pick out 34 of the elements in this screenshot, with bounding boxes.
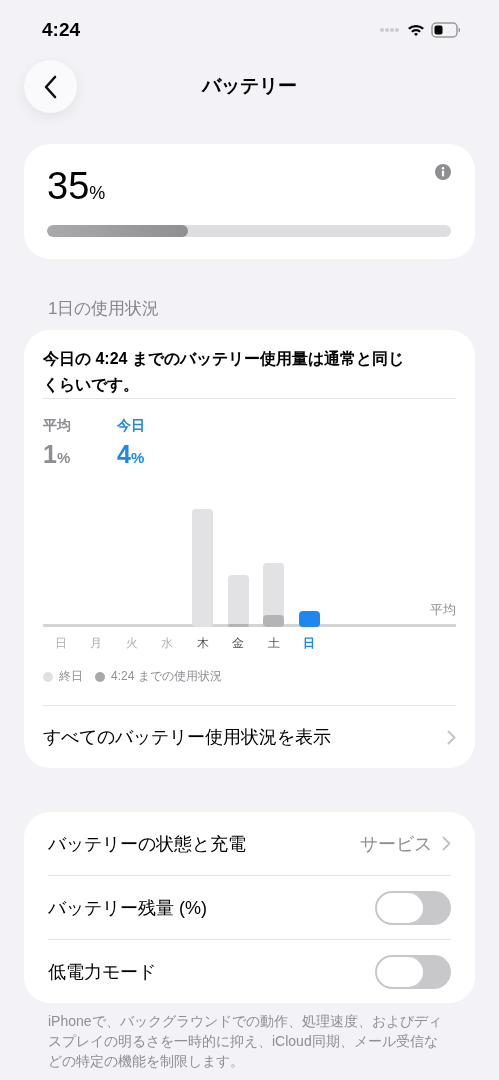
- legend-label: 終日: [59, 668, 83, 685]
- row-label: バッテリー残量 (%): [48, 896, 207, 920]
- row-label: 低電力モード: [48, 960, 156, 984]
- stat-value: 1%: [43, 440, 71, 469]
- toggle-switch[interactable]: [375, 954, 451, 989]
- row-label: バッテリーの状態と充電: [48, 832, 246, 856]
- usage-bar: [298, 611, 320, 627]
- footer-note: iPhoneで、バックグラウンドでの動作、処理速度、およびディスプレイの明るさを一時的に抑え、iCloud同期、メール受信などの特定の機能を制限します。: [47, 1012, 443, 1071]
- day-label[interactable]: 日: [291, 635, 327, 652]
- chevron-right-icon: [442, 836, 451, 851]
- page-title: バッテリー: [202, 74, 297, 98]
- wifi-icon: [407, 23, 425, 37]
- stat-label: 平均: [43, 417, 71, 435]
- stat-label: 今日: [117, 417, 145, 435]
- average-label: 平均: [430, 601, 456, 619]
- chevron-right-icon: [447, 729, 456, 745]
- signal-icon: [379, 27, 401, 33]
- stat-value: 4%: [117, 440, 145, 469]
- all-usage-link[interactable]: すべてのバッテリー使用状況を表示: [43, 706, 456, 768]
- toggle-switch[interactable]: [375, 890, 451, 925]
- day-label[interactable]: 土: [256, 635, 292, 652]
- info-icon[interactable]: [435, 164, 451, 180]
- row-value: サービス: [360, 832, 432, 856]
- section-header: 1日の使用状況: [48, 298, 161, 320]
- battery-percentage: 35%: [47, 164, 106, 209]
- day-label[interactable]: 木: [185, 635, 221, 652]
- settings-row[interactable]: バッテリーの状態と充電 サービス: [48, 812, 451, 875]
- back-button[interactable]: [24, 60, 77, 113]
- day-label[interactable]: 金: [220, 635, 256, 652]
- usage-summary: 今日の 4:24 までのバッテリー使用量は通常と同じくらいです。: [43, 349, 405, 395]
- status-time: 4:24: [42, 19, 81, 41]
- chevron-left-icon: [43, 74, 58, 99]
- battery-icon: [431, 22, 461, 38]
- legend-label: 4:24 までの使用状況: [111, 668, 222, 685]
